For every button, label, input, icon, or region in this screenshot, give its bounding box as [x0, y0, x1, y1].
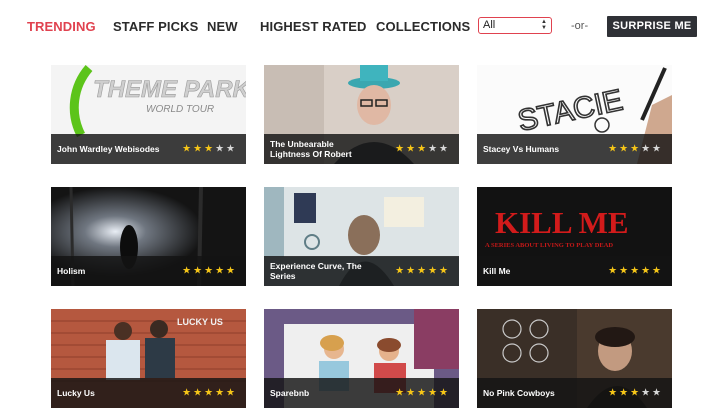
star-filled-icon: ★ [630, 265, 642, 277]
video-title: Kill Me [483, 266, 511, 276]
star-empty-icon: ★ [652, 387, 663, 399]
thumb-subtitle-text: A SERIES ABOUT LIVING TO PLAY DEAD [485, 242, 613, 249]
star-filled-icon: ★ [439, 265, 450, 277]
rating-stars: ★★★★★ [395, 144, 450, 155]
star-filled-icon: ★ [630, 143, 642, 155]
card-caption: No Pink Cowboys ★★★★★ [477, 378, 672, 408]
tab-staff-picks[interactable]: STAFF PICKS [113, 19, 198, 34]
video-title: Stacey Vs Humans [483, 144, 560, 154]
video-card-john-wardley-webisodes[interactable]: THEME PARK WORLD TOUR John Wardley Webis… [51, 65, 246, 164]
star-filled-icon: ★ [608, 143, 620, 155]
star-filled-icon: ★ [619, 265, 631, 277]
star-filled-icon: ★ [215, 265, 227, 277]
video-card-experience-curve[interactable]: Experience Curve, The Series ★★★★★ [264, 187, 459, 286]
video-card-sparebnb[interactable]: Sparebnb ★★★★★ [264, 309, 459, 408]
video-card-stacey-vs-humans[interactable]: STACIE Stacey Vs Humans ★★★★★ [477, 65, 672, 164]
star-filled-icon: ★ [204, 265, 216, 277]
star-filled-icon: ★ [428, 265, 440, 277]
star-filled-icon: ★ [193, 265, 205, 277]
video-title: No Pink Cowboys [483, 388, 555, 398]
card-caption: The Unbearable Lightness Of Robert ★★★★★ [264, 134, 459, 164]
star-empty-icon: ★ [439, 143, 450, 155]
video-title: The Unbearable Lightness Of Robert [270, 139, 352, 159]
video-title: Holism [57, 266, 86, 276]
rating-stars: ★★★★★ [395, 388, 450, 399]
star-filled-icon: ★ [204, 387, 216, 399]
star-filled-icon: ★ [395, 265, 407, 277]
category-select-value: All [483, 19, 496, 31]
star-empty-icon: ★ [215, 143, 227, 155]
star-filled-icon: ★ [193, 387, 205, 399]
surprise-me-button[interactable]: SURPRISE ME [607, 16, 697, 37]
select-arrows-icon: ▲ ▼ [541, 19, 547, 31]
card-caption: John Wardley Webisodes ★★★★★ [51, 134, 246, 164]
star-filled-icon: ★ [406, 143, 418, 155]
star-filled-icon: ★ [182, 143, 194, 155]
star-filled-icon: ★ [182, 387, 194, 399]
rating-stars: ★★★★★ [395, 266, 450, 277]
card-caption: Kill Me ★★★★★ [477, 256, 672, 286]
rating-stars: ★★★★★ [608, 266, 663, 277]
video-title: Sparebnb [270, 388, 310, 398]
star-empty-icon: ★ [652, 143, 663, 155]
star-filled-icon: ★ [204, 143, 216, 155]
star-filled-icon: ★ [226, 265, 237, 277]
rating-stars: ★★★★★ [608, 144, 663, 155]
thumb-logo-subtext: WORLD TOUR [146, 104, 214, 115]
star-filled-icon: ★ [619, 143, 631, 155]
card-caption: Stacey Vs Humans ★★★★★ [477, 134, 672, 164]
star-filled-icon: ★ [630, 387, 642, 399]
video-card-unbearable-lightness[interactable]: The Unbearable Lightness Of Robert ★★★★★ [264, 65, 459, 164]
video-title: Lucky Us [57, 388, 95, 398]
star-filled-icon: ★ [193, 143, 205, 155]
thumb-title-text: LUCKY US [177, 317, 223, 327]
star-empty-icon: ★ [641, 143, 653, 155]
star-filled-icon: ★ [608, 387, 620, 399]
tab-trending[interactable]: TRENDING [27, 19, 96, 34]
star-filled-icon: ★ [641, 265, 653, 277]
card-caption: Lucky Us ★★★★★ [51, 378, 246, 408]
star-filled-icon: ★ [439, 387, 450, 399]
tab-new[interactable]: NEW [207, 19, 238, 34]
star-filled-icon: ★ [417, 387, 429, 399]
top-nav: TRENDING STAFF PICKS NEW HIGHEST RATED C… [0, 0, 720, 54]
or-label: -or- [571, 20, 589, 32]
star-filled-icon: ★ [428, 387, 440, 399]
card-caption: Holism ★★★★★ [51, 256, 246, 286]
rating-stars: ★★★★★ [182, 266, 237, 277]
video-card-holism[interactable]: Holism ★★★★★ [51, 187, 246, 286]
rating-stars: ★★★★★ [608, 388, 663, 399]
thumb-title-text: KILL ME [495, 205, 629, 240]
star-filled-icon: ★ [395, 387, 407, 399]
star-empty-icon: ★ [226, 143, 237, 155]
tab-collections[interactable]: COLLECTIONS [376, 19, 470, 34]
star-filled-icon: ★ [417, 143, 429, 155]
star-empty-icon: ★ [641, 387, 653, 399]
star-filled-icon: ★ [226, 387, 237, 399]
star-filled-icon: ★ [215, 387, 227, 399]
video-title: Experience Curve, The Series [270, 261, 362, 281]
category-select[interactable]: All ▲ ▼ [478, 17, 552, 34]
tab-highest-rated[interactable]: HIGHEST RATED [260, 19, 367, 34]
star-filled-icon: ★ [395, 143, 407, 155]
star-filled-icon: ★ [608, 265, 620, 277]
star-filled-icon: ★ [406, 387, 418, 399]
star-filled-icon: ★ [182, 265, 194, 277]
star-empty-icon: ★ [428, 143, 440, 155]
video-card-kill-me[interactable]: KILL ME A SERIES ABOUT LIVING TO PLAY DE… [477, 187, 672, 286]
card-caption: Sparebnb ★★★★★ [264, 378, 459, 408]
star-filled-icon: ★ [652, 265, 663, 277]
video-card-no-pink-cowboys[interactable]: No Pink Cowboys ★★★★★ [477, 309, 672, 408]
thumb-logo-text: THEME PARK [93, 76, 246, 103]
star-filled-icon: ★ [417, 265, 429, 277]
card-caption: Experience Curve, The Series ★★★★★ [264, 256, 459, 286]
video-title: John Wardley Webisodes [57, 144, 160, 154]
video-card-lucky-us[interactable]: LUCKY US Lucky Us ★★★★★ [51, 309, 246, 408]
rating-stars: ★★★★★ [182, 388, 237, 399]
star-filled-icon: ★ [406, 265, 418, 277]
star-filled-icon: ★ [619, 387, 631, 399]
rating-stars: ★★★★★ [182, 144, 237, 155]
